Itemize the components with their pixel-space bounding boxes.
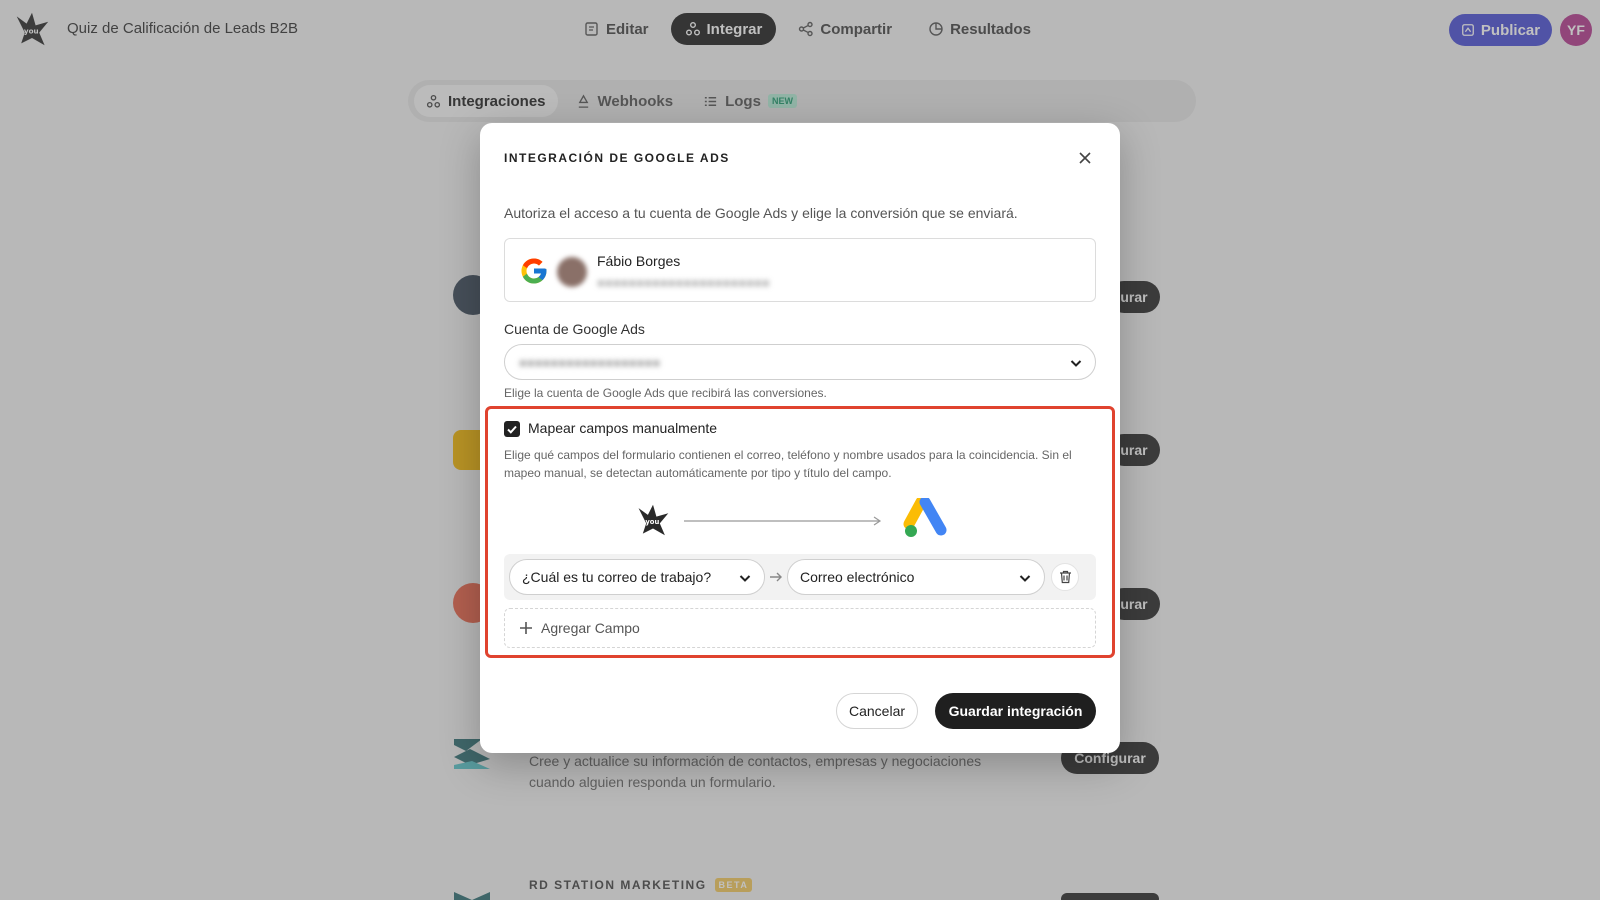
app-logo-icon: you (638, 504, 669, 536)
plus-icon (520, 622, 532, 634)
ads-account-value-redacted: ●●●●●●●●●●●●●●●●●● (519, 354, 661, 370)
trash-icon (1059, 570, 1071, 584)
target-field-select[interactable]: Correo electrónico (787, 559, 1045, 595)
chevron-down-icon (1019, 575, 1031, 582)
chevron-down-icon (1070, 360, 1082, 367)
target-field-value: Correo electrónico (800, 569, 915, 585)
save-integration-button[interactable]: Guardar integración (935, 693, 1096, 729)
add-field-button[interactable]: Agregar Campo (504, 608, 1096, 648)
modal-intro: Autoriza el acceso a tu cuenta de Google… (504, 205, 1018, 221)
mapping-row: ¿Cuál es tu correo de trabajo? Correo el… (504, 554, 1096, 600)
svg-text:you: you (645, 518, 659, 526)
modal-title: INTEGRACIÓN DE GOOGLE ADS (504, 151, 730, 165)
manual-mapping-description: Elige qué campos del formulario contiene… (504, 448, 1072, 480)
cancel-button[interactable]: Cancelar (836, 693, 918, 729)
google-user-name: Fábio Borges (597, 253, 681, 269)
arrow-right-icon (770, 572, 782, 582)
ads-account-label: Cuenta de Google Ads (504, 321, 645, 337)
source-field-select[interactable]: ¿Cuál es tu correo de trabajo? (509, 559, 765, 595)
google-account-card[interactable]: Fábio Borges ●●●●●●●●●●●●●●●●●●●●●● (504, 238, 1096, 302)
manual-mapping-checkbox[interactable] (504, 421, 520, 437)
google-user-email-redacted: ●●●●●●●●●●●●●●●●●●●●●● (597, 275, 770, 290)
google-icon (521, 258, 547, 284)
delete-row-button[interactable] (1051, 563, 1079, 591)
google-ads-icon (903, 498, 947, 537)
ads-account-select[interactable]: ●●●●●●●●●●●●●●●●●● (504, 344, 1096, 380)
source-field-value: ¿Cuál es tu correo de trabajo? (522, 569, 712, 585)
ads-account-hint: Elige la cuenta de Google Ads que recibi… (504, 386, 827, 400)
manual-mapping-label[interactable]: Mapear campos manualmente (528, 420, 717, 436)
chevron-down-icon (739, 575, 751, 582)
google-user-avatar (557, 257, 587, 287)
mapping-arrow-icon (684, 516, 882, 526)
google-ads-integration-modal: INTEGRACIÓN DE GOOGLE ADS Autoriza el ac… (480, 123, 1120, 753)
close-icon[interactable] (1076, 149, 1094, 167)
check-icon (507, 425, 517, 434)
add-field-label: Agregar Campo (541, 620, 640, 636)
